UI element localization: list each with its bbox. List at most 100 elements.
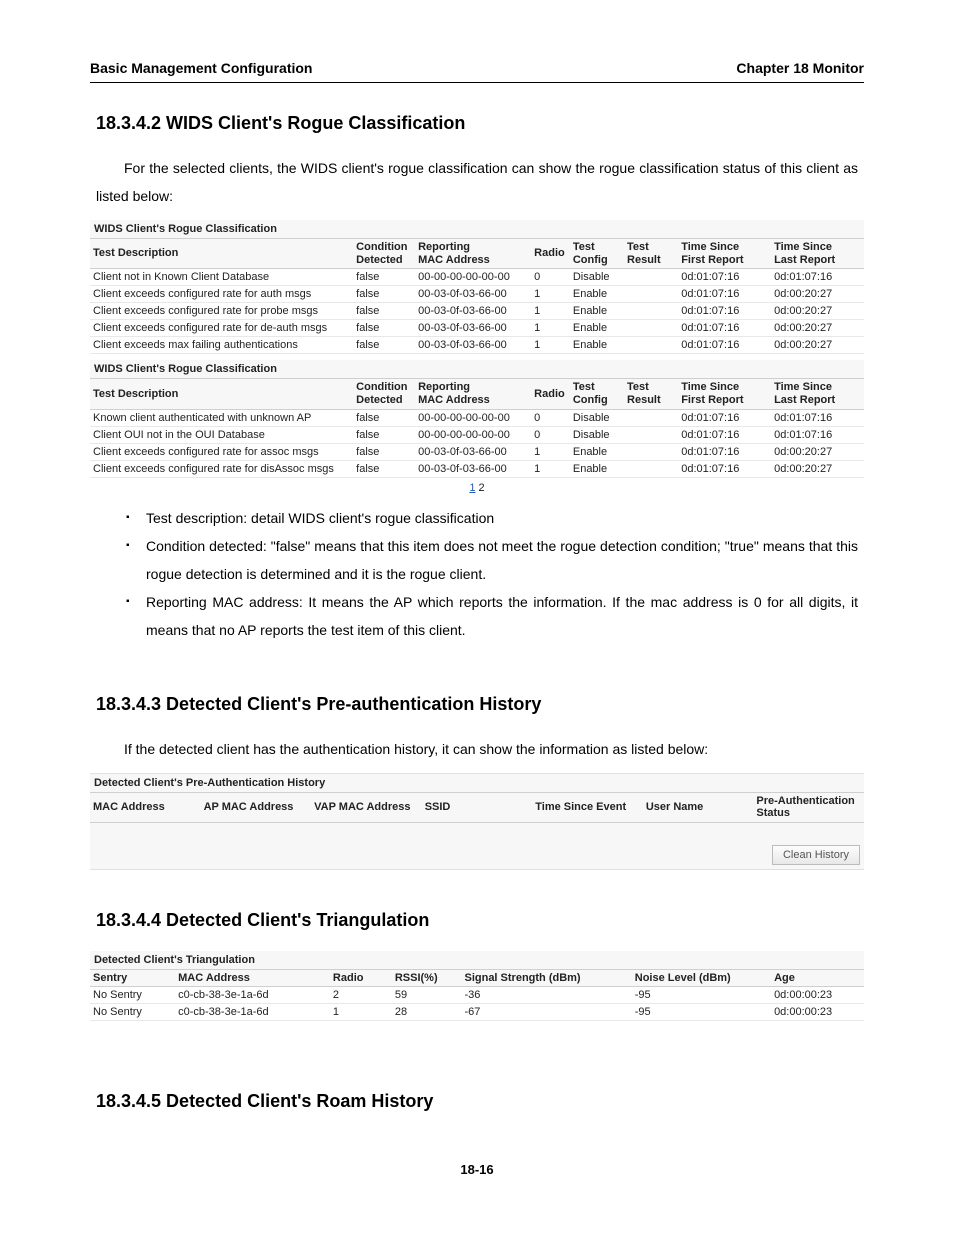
- page-header: Basic Management Configuration Chapter 1…: [90, 60, 864, 83]
- bullet-item: Condition detected: "false" means that t…: [96, 532, 858, 588]
- table-cell: 0d:01:07:16: [678, 460, 771, 477]
- col-signal: Signal Strength (dBm): [461, 969, 631, 987]
- table-cell: Disable: [570, 269, 624, 286]
- table-cell: 0d:01:07:16: [678, 320, 771, 337]
- pager-link-1[interactable]: 1: [469, 482, 475, 494]
- clean-history-button[interactable]: Clean History: [772, 845, 860, 865]
- table-row: Client exceeds configured rate for auth …: [90, 286, 864, 303]
- table-cell: false: [353, 337, 415, 354]
- table-cell: 0d:00:20:27: [771, 286, 864, 303]
- col-sentry: Sentry: [90, 969, 175, 987]
- table-cell: Client exceeds configured rate for assoc…: [90, 443, 353, 460]
- table-cell: Disable: [570, 426, 624, 443]
- triangulation-panel-title: Detected Client's Triangulation: [90, 951, 864, 969]
- table-cell: 1: [531, 337, 570, 354]
- table-cell: 0d:00:00:23: [771, 987, 864, 1004]
- table-cell: Enable: [570, 443, 624, 460]
- col-time-first: Time SinceFirst Report: [678, 239, 771, 269]
- pager-page-2: 2: [479, 482, 485, 494]
- section-body-preauth: If the detected client has the authentic…: [96, 735, 858, 763]
- table-cell: 0d:00:20:27: [771, 443, 864, 460]
- table-cell: Known client authenticated with unknown …: [90, 409, 353, 426]
- table-cell: 0d:00:20:27: [771, 337, 864, 354]
- col-rssi: RSSI(%): [392, 969, 462, 987]
- header-right: Chapter 18 Monitor: [736, 60, 864, 76]
- table-cell: 0d:01:07:16: [678, 286, 771, 303]
- table-cell: 00-00-00-00-00-00: [415, 426, 531, 443]
- table-cell: Enable: [570, 320, 624, 337]
- table-cell: No Sentry: [90, 1004, 175, 1021]
- table-cell: [624, 303, 678, 320]
- table-cell: 0d:01:07:16: [771, 426, 864, 443]
- table-row: Client exceeds configured rate for probe…: [90, 303, 864, 320]
- table-cell: Client exceeds configured rate for de-au…: [90, 320, 353, 337]
- table-cell: 59: [392, 987, 462, 1004]
- table-cell: c0-cb-38-3e-1a-6d: [175, 987, 330, 1004]
- col-time-last: Time SinceLast Report: [771, 239, 864, 269]
- table-cell: 00-03-0f-03-66-00: [415, 337, 531, 354]
- bullet-item: Reporting MAC address: It means the AP w…: [96, 588, 858, 644]
- table-cell: [624, 337, 678, 354]
- table-cell: 1: [531, 460, 570, 477]
- table-cell: [624, 409, 678, 426]
- table-cell: 2: [330, 987, 392, 1004]
- header-left: Basic Management Configuration: [90, 60, 312, 76]
- table-cell: Enable: [570, 286, 624, 303]
- col-condition: ConditionDetected: [353, 239, 415, 269]
- table-cell: Enable: [570, 460, 624, 477]
- table-row: Client exceeds configured rate for de-au…: [90, 320, 864, 337]
- table-cell: Client not in Known Client Database: [90, 269, 353, 286]
- table-cell: false: [353, 269, 415, 286]
- table-cell: 28: [392, 1004, 462, 1021]
- col-user: User Name: [643, 792, 754, 822]
- table-cell: 00-03-0f-03-66-00: [415, 443, 531, 460]
- rogue-table-2: Test Description ConditionDetected Repor…: [90, 378, 864, 477]
- table-cell: [624, 320, 678, 337]
- table-cell: 1: [330, 1004, 392, 1021]
- table-cell: false: [353, 409, 415, 426]
- table-cell: c0-cb-38-3e-1a-6d: [175, 1004, 330, 1021]
- preauth-panel: Detected Client's Pre-Authentication His…: [90, 773, 864, 870]
- table-cell: -95: [632, 987, 771, 1004]
- table-cell: No Sentry: [90, 987, 175, 1004]
- section-title-roam: 18.3.4.5 Detected Client's Roam History: [96, 1091, 864, 1112]
- table-cell: [624, 460, 678, 477]
- table-row: Client OUI not in the OUI Databasefalse0…: [90, 426, 864, 443]
- table-cell: false: [353, 286, 415, 303]
- table-cell: 0d:01:07:16: [678, 426, 771, 443]
- section-body-rogue: For the selected clients, the WIDS clien…: [96, 154, 858, 210]
- table-cell: Client OUI not in the OUI Database: [90, 426, 353, 443]
- col-reporting-mac: ReportingMAC Address: [415, 239, 531, 269]
- col-ap-mac: AP MAC Address: [201, 792, 312, 822]
- table-cell: 0d:00:20:27: [771, 460, 864, 477]
- section-title-triangulation: 18.3.4.4 Detected Client's Triangulation: [96, 910, 864, 931]
- table-row: No Sentryc0-cb-38-3e-1a-6d128-67-950d:00…: [90, 1004, 864, 1021]
- table-cell: Disable: [570, 409, 624, 426]
- section-title-preauth: 18.3.4.3 Detected Client's Pre-authentic…: [96, 694, 864, 715]
- table-cell: Client exceeds configured rate for probe…: [90, 303, 353, 320]
- table-cell: false: [353, 443, 415, 460]
- table-cell: 0: [531, 426, 570, 443]
- table-cell: 00-03-0f-03-66-00: [415, 460, 531, 477]
- table-cell: Client exceeds max failing authenticatio…: [90, 337, 353, 354]
- col-preauth-status: Pre-Authentication Status: [753, 792, 864, 822]
- table-cell: Client exceeds configured rate for disAs…: [90, 460, 353, 477]
- table-cell: -36: [461, 987, 631, 1004]
- rogue-bullets: Test description: detail WIDS client's r…: [96, 504, 858, 644]
- col-mac: MAC Address: [90, 792, 201, 822]
- table-cell: 0d:01:07:16: [678, 269, 771, 286]
- col-mac: MAC Address: [175, 969, 330, 987]
- col-age: Age: [771, 969, 864, 987]
- bullet-item: Test description: detail WIDS client's r…: [96, 504, 858, 532]
- table-cell: 0d:01:07:16: [678, 409, 771, 426]
- table-cell: -95: [632, 1004, 771, 1021]
- pager: 1 2: [90, 478, 864, 498]
- table-row: Client exceeds configured rate for assoc…: [90, 443, 864, 460]
- rogue-table-1: Test Description ConditionDetected Repor…: [90, 238, 864, 354]
- rogue-panel-1: WIDS Client's Rogue Classification Test …: [90, 220, 864, 354]
- rogue-panel-2: WIDS Client's Rogue Classification Test …: [90, 360, 864, 497]
- col-radio: Radio: [531, 239, 570, 269]
- table-cell: [624, 443, 678, 460]
- table-cell: 00-00-00-00-00-00: [415, 409, 531, 426]
- table-cell: 1: [531, 443, 570, 460]
